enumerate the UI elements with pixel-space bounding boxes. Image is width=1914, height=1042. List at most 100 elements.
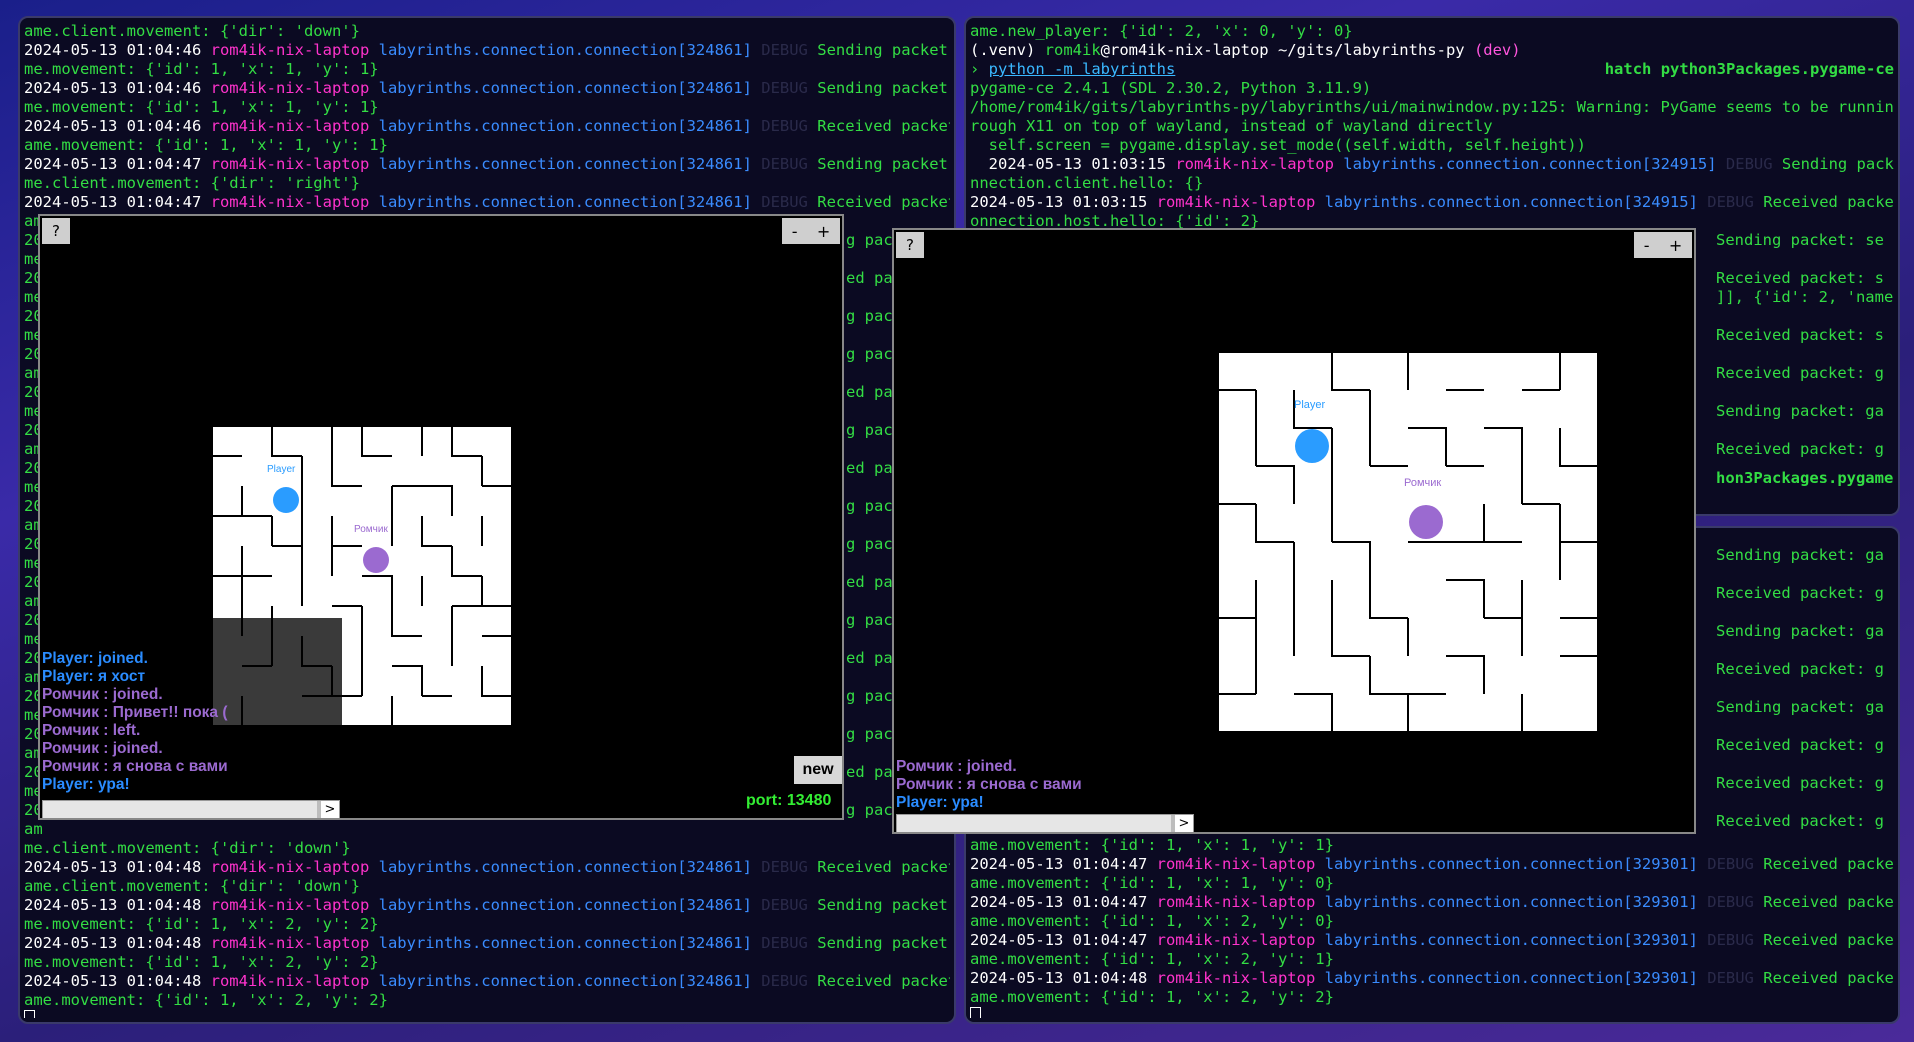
new-maze-button[interactable]: new [794,756,842,784]
chat-message: Ромчик : joined. [42,686,163,703]
chat-send-button[interactable]: > [1175,815,1193,832]
log-text: me.movement: {'id': 1, 'x': 2, 'y': 2} [24,915,379,933]
log-message: Sending packet: ga [817,41,950,59]
log-hostname: rom4ik-nix-laptop [210,79,379,97]
log-message: Received packet: g [817,972,950,990]
log-hostname: rom4ik-nix-laptop [1156,893,1325,911]
chat-send-button[interactable]: > [321,801,339,818]
log-text: ame.movement: {'id': 1, 'x': 2, 'y': 2} [24,991,388,1009]
log-fragment: Sending packet: ga [1716,622,1884,640]
log-level: DEBUG [1707,931,1764,949]
log-message: Sending packet: ga [817,934,950,952]
log-module: labyrinths.connection.connection[324915] [1343,155,1726,173]
log-level: DEBUG [761,896,818,914]
log-module: labyrinths.connection.connection[324861] [378,79,762,97]
log-message: Sending packet: ga [817,79,950,97]
log-fragment: Received packet: g [1716,440,1884,458]
zoom-out-button[interactable]: - [1644,236,1650,255]
log-timestamp: 2024-05-13 01:04:48 [24,972,211,990]
log-hostname: rom4ik-nix-laptop [1175,155,1344,173]
log-text: ame.client.movement: {'dir': 'down'} [24,877,360,895]
zoom-controls: - + [1634,232,1692,258]
other-player-label: Ромчик [354,524,388,535]
log-message: Sending packet: co [1781,155,1894,173]
log-timestamp: 2024-05-13 01:04:48 [24,934,211,952]
log-hostname: rom4ik-nix-laptop [1156,931,1325,949]
terminal-cursor [970,1007,981,1018]
terminal-line: 2024-05-13 01:04:47 rom4ik-nix-laptop la… [24,155,950,174]
log-timestamp: 2024-05-13 01:04:47 [970,931,1157,949]
help-button[interactable]: ? [896,232,924,258]
chat-input[interactable]: > [42,800,340,818]
terminal-line: 2024-05-13 01:04:46 rom4ik-nix-laptop la… [24,79,950,98]
log-timestamp: 2024-05-13 01:04:46 [24,41,211,59]
log-fragment: Received packet: g [1716,812,1884,830]
log-level: DEBUG [761,972,818,990]
zoom-in-button[interactable]: + [1669,236,1682,255]
log-hostname: rom4ik-nix-laptop [1156,855,1325,873]
log-message: Received packet: g [1763,969,1894,987]
log-fragment: Received packet: g [1716,364,1884,382]
terminal-line: 2024-05-13 01:04:48 rom4ik-nix-laptop la… [970,969,1894,988]
terminal-line: me.movement: {'id': 1, 'x': 1, 'y': 1} [24,60,950,79]
zoom-out-button[interactable]: - [792,222,798,241]
log-message: Sending packet: ga [817,155,950,173]
chat-input[interactable]: > [896,814,1194,832]
terminal-line: pygame-ce 2.4.1 (SDL 2.30.2, Python 3.11… [970,79,1894,98]
log-module: labyrinths.connection.connection[324861] [378,117,762,135]
terminal-line: ame.movement: {'id': 1, 'x': 1, 'y': 1} [970,836,1894,855]
log-hostname: rom4ik-nix-laptop [210,155,379,173]
prompt-host: @rom4ik-nix-laptop [1100,41,1278,59]
log-timestamp: 2024-05-13 01:04:47 [24,155,211,173]
log-level: DEBUG [761,155,818,173]
terminal-line: rough X11 on top of wayland, instead of … [970,117,1894,136]
log-timestamp: 2024-05-13 01:04:46 [24,79,211,97]
log-text: me.client.movement: {'dir': 'down'} [24,839,351,857]
log-timestamp: 2024-05-13 01:03:15 [970,155,1176,173]
log-module: labyrinths.connection.connection[329301] [1324,893,1708,911]
log-timestamp: 2024-05-13 01:04:47 [24,193,211,211]
log-fragment: Sending packet: ga [1716,698,1884,716]
player-avatar [1295,429,1329,463]
log-message: Received packet: g [817,117,950,135]
game-window-host[interactable]: ? - + Player Ромчик Player: joined. Playe… [38,214,844,820]
prompt-venv: (.venv) [970,41,1045,59]
prompt-branch: (dev) [1473,41,1521,59]
log-module: labyrinths.connection.connection[324861] [378,155,762,173]
terminal-line: 2024-05-13 01:04:46 rom4ik-nix-laptop la… [24,117,950,136]
terminal-line: 2024-05-13 01:04:47 rom4ik-nix-laptop la… [970,931,1894,950]
terminal-line: me.client.movement: {'dir': 'right'} [24,174,950,193]
log-text: nnection.client.hello: {} [970,174,1204,192]
chat-message: Player: я хост [42,668,146,685]
log-level: DEBUG [1707,193,1764,211]
log-text: me.movement: {'id': 1, 'x': 1, 'y': 1} [24,60,379,78]
fog-area [212,618,342,726]
log-fragment: Received packet: g [1716,736,1884,754]
prompt-arrow: › [970,60,989,78]
log-fragment: Received packet: s [1716,269,1884,287]
log-hostname: rom4ik-nix-laptop [210,117,379,135]
chat-message: Ромчик : я снова с вами [896,776,1082,793]
log-module: labyrinths.connection.connection[324861] [378,41,762,59]
other-player-avatar [1409,505,1443,539]
chat-message: Ромчик : joined. [896,758,1017,775]
help-button[interactable]: ? [42,218,70,244]
zoom-in-button[interactable]: + [817,222,830,241]
log-module: labyrinths.connection.connection[324861] [378,896,762,914]
terminal-line: me.client.movement: {'dir': 'down'} [24,839,950,858]
log-message: Received packet: g [817,193,950,211]
log-level: DEBUG [761,193,818,211]
terminal-line: ame.new_player: {'id': 2, 'x': 0, 'y': 0… [970,22,1894,41]
log-hostname: rom4ik-nix-laptop [210,193,379,211]
chat-message: Player: ура! [42,776,130,793]
log-text: ame.client.movement: {'dir': 'down'} [24,22,360,40]
game-window-client[interactable]: ? - + Player Ромчик Ромчик : joined. Ромч… [892,228,1696,834]
log-hostname: rom4ik-nix-laptop [1156,193,1325,211]
log-hostname: rom4ik-nix-laptop [210,972,379,990]
log-text: /home/rom4ik/gits/labyrinths-py/labyrint… [970,98,1894,116]
log-hostname: rom4ik-nix-laptop [210,896,379,914]
terminal-line: 2024-05-13 01:03:15 rom4ik-nix-laptop la… [970,155,1894,174]
terminal-line: /home/rom4ik/gits/labyrinths-py/labyrint… [970,98,1894,117]
log-fragment: Sending packet: ga [1716,402,1884,420]
log-timestamp: 2024-05-13 01:04:47 [970,893,1157,911]
